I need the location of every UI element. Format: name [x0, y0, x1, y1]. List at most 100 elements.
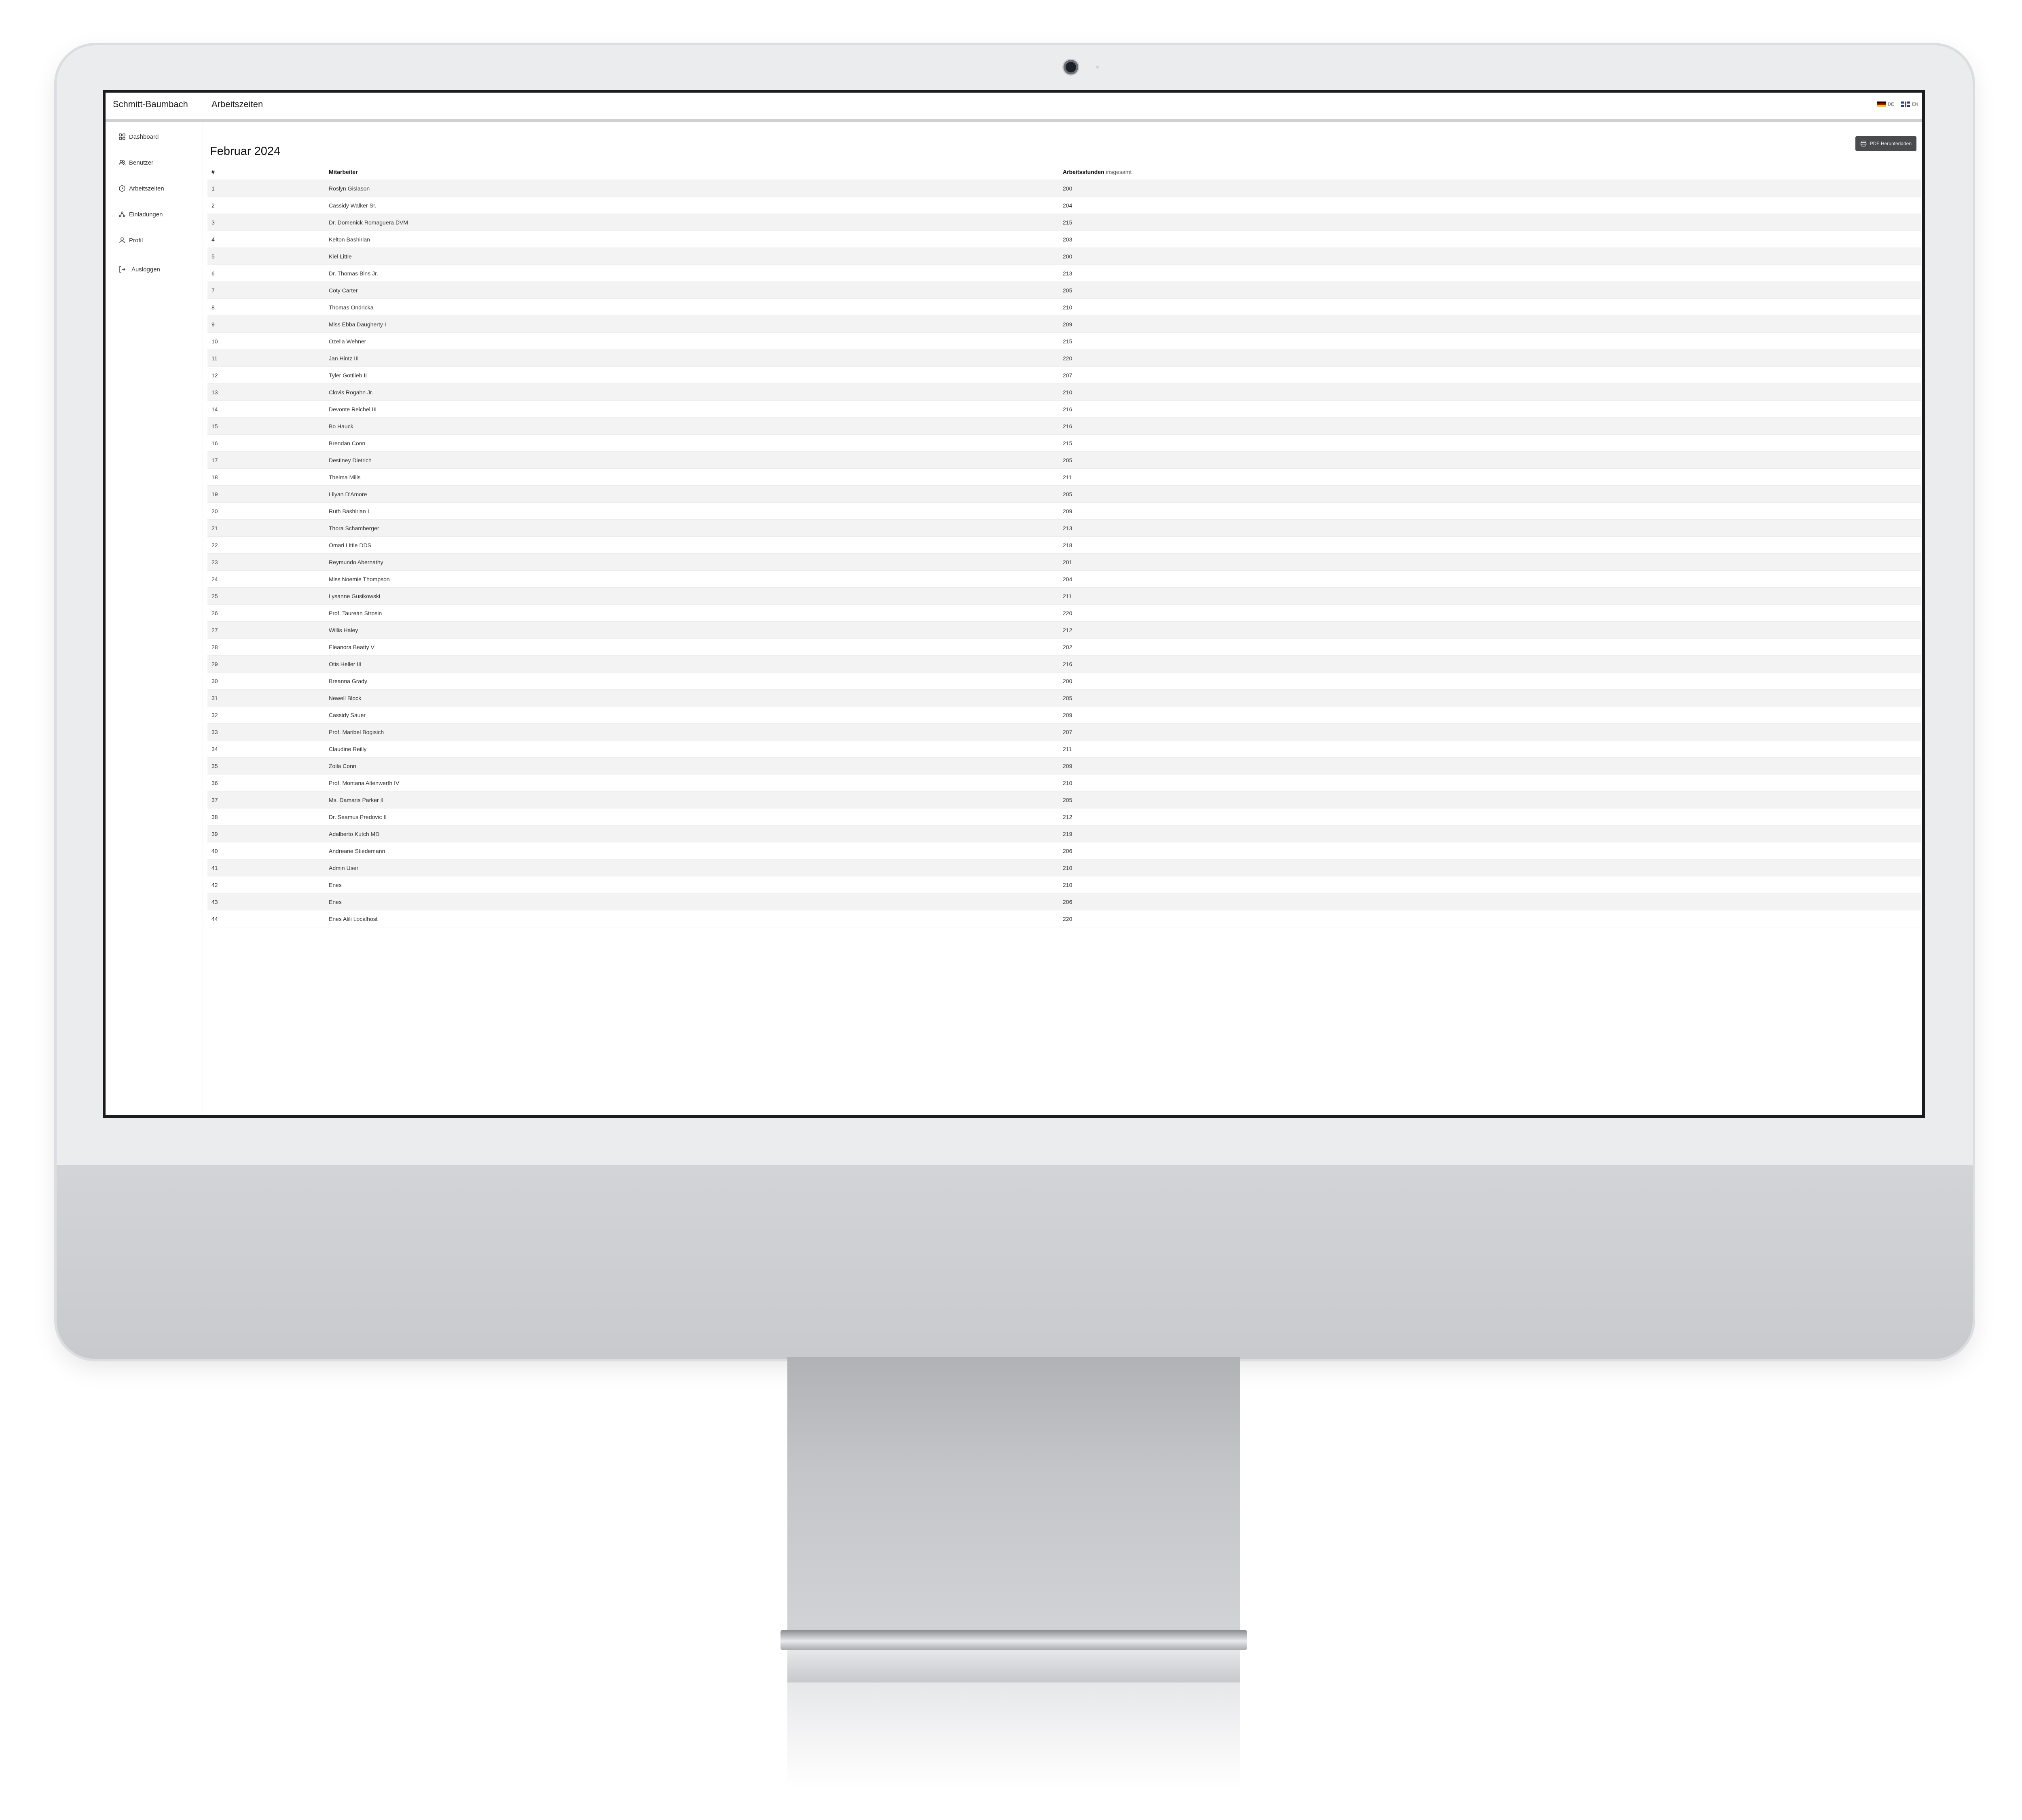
cell-total-hours: 205 [1059, 485, 1921, 503]
cell-total-hours: 212 [1059, 808, 1921, 825]
camera-icon [1064, 60, 1078, 74]
table-row: 43 Enes 206 [207, 893, 1921, 910]
pdf-download-button[interactable]: PDF Herunterladen [1855, 136, 1916, 151]
cell-number: 29 [207, 655, 325, 673]
sidebar-item-profil[interactable]: Profil [118, 237, 143, 244]
table-row: 7 Coty Carter 205 [207, 281, 1921, 299]
language-en-label: EN [1912, 102, 1918, 107]
cell-number: 21 [207, 519, 325, 537]
cell-number: 44 [207, 910, 325, 927]
cell-number: 37 [207, 791, 325, 808]
cell-total-hours: 213 [1059, 519, 1921, 537]
cell-number: 36 [207, 774, 325, 791]
cell-total-hours: 216 [1059, 417, 1921, 435]
table-row: 15 Bo Hauck 216 [207, 417, 1921, 435]
table-row: 4 Kelton Bashirian 203 [207, 231, 1921, 248]
cell-number: 24 [207, 570, 325, 588]
cell-number: 22 [207, 536, 325, 554]
table-row: 3 Dr. Domenick Romaguera DVM 215 [207, 214, 1921, 231]
cell-total-hours: 200 [1059, 248, 1921, 265]
cell-number: 15 [207, 417, 325, 435]
cell-total-hours: 205 [1059, 791, 1921, 808]
cell-total-hours: 206 [1059, 842, 1921, 859]
cell-employee-name: Otis Heller III [325, 655, 1059, 673]
language-en[interactable]: EN [1901, 102, 1918, 107]
table-row: 42 Enes 210 [207, 876, 1921, 893]
cell-employee-name: Adalberto Kutch MD [325, 825, 1059, 842]
table-row: 28 Eleanora Beatty V 202 [207, 638, 1921, 656]
cell-employee-name: Lilyan D'Amore [325, 485, 1059, 503]
table-row: 26 Prof. Taurean Strosin 220 [207, 604, 1921, 622]
cell-total-hours: 211 [1059, 468, 1921, 486]
table-row: 17 Destiney Dietrich 205 [207, 451, 1921, 469]
cell-total-hours: 216 [1059, 400, 1921, 418]
cell-employee-name: Dr. Seamus Predovic II [325, 808, 1059, 825]
cell-total-hours: 207 [1059, 366, 1921, 384]
cell-employee-name: Kiel Little [325, 248, 1059, 265]
cell-number: 18 [207, 468, 325, 486]
cell-total-hours: 210 [1059, 859, 1921, 876]
table-row: 14 Devonte Reichel III 216 [207, 400, 1921, 418]
cell-total-hours: 218 [1059, 536, 1921, 554]
cell-total-hours: 215 [1059, 434, 1921, 452]
screen: Schmitt-Baumbach Arbeitszeiten DE EN Das… [103, 90, 1925, 1118]
table-row: 18 Thelma Mills 211 [207, 468, 1921, 486]
cell-total-hours: 200 [1059, 180, 1921, 197]
table-row: 1 Roslyn Gislason 200 [207, 180, 1921, 197]
cell-number: 43 [207, 893, 325, 910]
cell-total-hours: 210 [1059, 383, 1921, 401]
users-icon [118, 159, 126, 166]
table-row: 13 Clovis Rogahn Jr. 210 [207, 383, 1921, 401]
cell-total-hours: 220 [1059, 910, 1921, 927]
cell-total-hours: 209 [1059, 757, 1921, 775]
cell-employee-name: Breanna Grady [325, 672, 1059, 690]
cell-total-hours: 211 [1059, 587, 1921, 605]
cell-employee-name: Prof. Maribel Bogisich [325, 723, 1059, 741]
cell-total-hours: 209 [1059, 706, 1921, 724]
table-row: 16 Brendan Conn 215 [207, 434, 1921, 452]
cell-number: 41 [207, 859, 325, 876]
cell-total-hours: 210 [1059, 774, 1921, 791]
table-row: 27 Willis Haley 212 [207, 621, 1921, 639]
cell-total-hours: 205 [1059, 689, 1921, 707]
column-header-employee[interactable]: Mitarbeiter [325, 164, 1059, 180]
invitations-icon [118, 211, 126, 218]
logout-icon [118, 266, 126, 273]
cell-total-hours: 205 [1059, 281, 1921, 299]
printer-icon [1860, 140, 1866, 147]
sidebar-item-einladungen[interactable]: Einladungen [118, 211, 163, 218]
column-header-total-hours[interactable]: Arbeitsstunden insgesamt [1059, 164, 1921, 180]
sidebar-item-benutzer[interactable]: Benutzer [118, 159, 153, 166]
table-row: 10 Ozella Wehner 215 [207, 332, 1921, 350]
cell-number: 28 [207, 638, 325, 656]
sidebar-item-arbeitszeiten[interactable]: Arbeitszeiten [118, 185, 164, 192]
sidebar-item-ausloggen[interactable]: Ausloggen [118, 266, 160, 273]
cell-employee-name: Tyler Gottlieb II [325, 366, 1059, 384]
cell-number: 38 [207, 808, 325, 825]
cell-employee-name: Devonte Reichel III [325, 400, 1059, 418]
cell-employee-name: Lysanne Gusikowski [325, 587, 1059, 605]
cell-number: 14 [207, 400, 325, 418]
cell-number: 11 [207, 349, 325, 367]
table-row: 32 Cassidy Sauer 209 [207, 706, 1921, 724]
cell-number: 3 [207, 214, 325, 231]
cell-total-hours: 205 [1059, 451, 1921, 469]
table-row: 41 Admin User 210 [207, 859, 1921, 876]
cell-total-hours: 207 [1059, 723, 1921, 741]
cell-employee-name: Miss Ebba Daugherty I [325, 315, 1059, 333]
cell-number: 32 [207, 706, 325, 724]
cell-number: 42 [207, 876, 325, 893]
column-header-number[interactable]: # [207, 164, 325, 180]
table-row: 40 Andreane Stiedemann 206 [207, 842, 1921, 859]
column-header-total-hours-light: insgesamt [1106, 169, 1132, 175]
sidebar-item-dashboard[interactable]: Dashboard [118, 133, 159, 140]
cell-total-hours: 206 [1059, 893, 1921, 910]
cell-employee-name: Dr. Thomas Bins Jr. [325, 265, 1059, 282]
cell-employee-name: Ms. Damaris Parker II [325, 791, 1059, 808]
cell-total-hours: 204 [1059, 570, 1921, 588]
cell-total-hours: 219 [1059, 825, 1921, 842]
cell-total-hours: 210 [1059, 876, 1921, 893]
cell-number: 1 [207, 180, 325, 197]
language-de[interactable]: DE [1877, 102, 1894, 107]
brand-name[interactable]: Schmitt-Baumbach [113, 99, 188, 110]
